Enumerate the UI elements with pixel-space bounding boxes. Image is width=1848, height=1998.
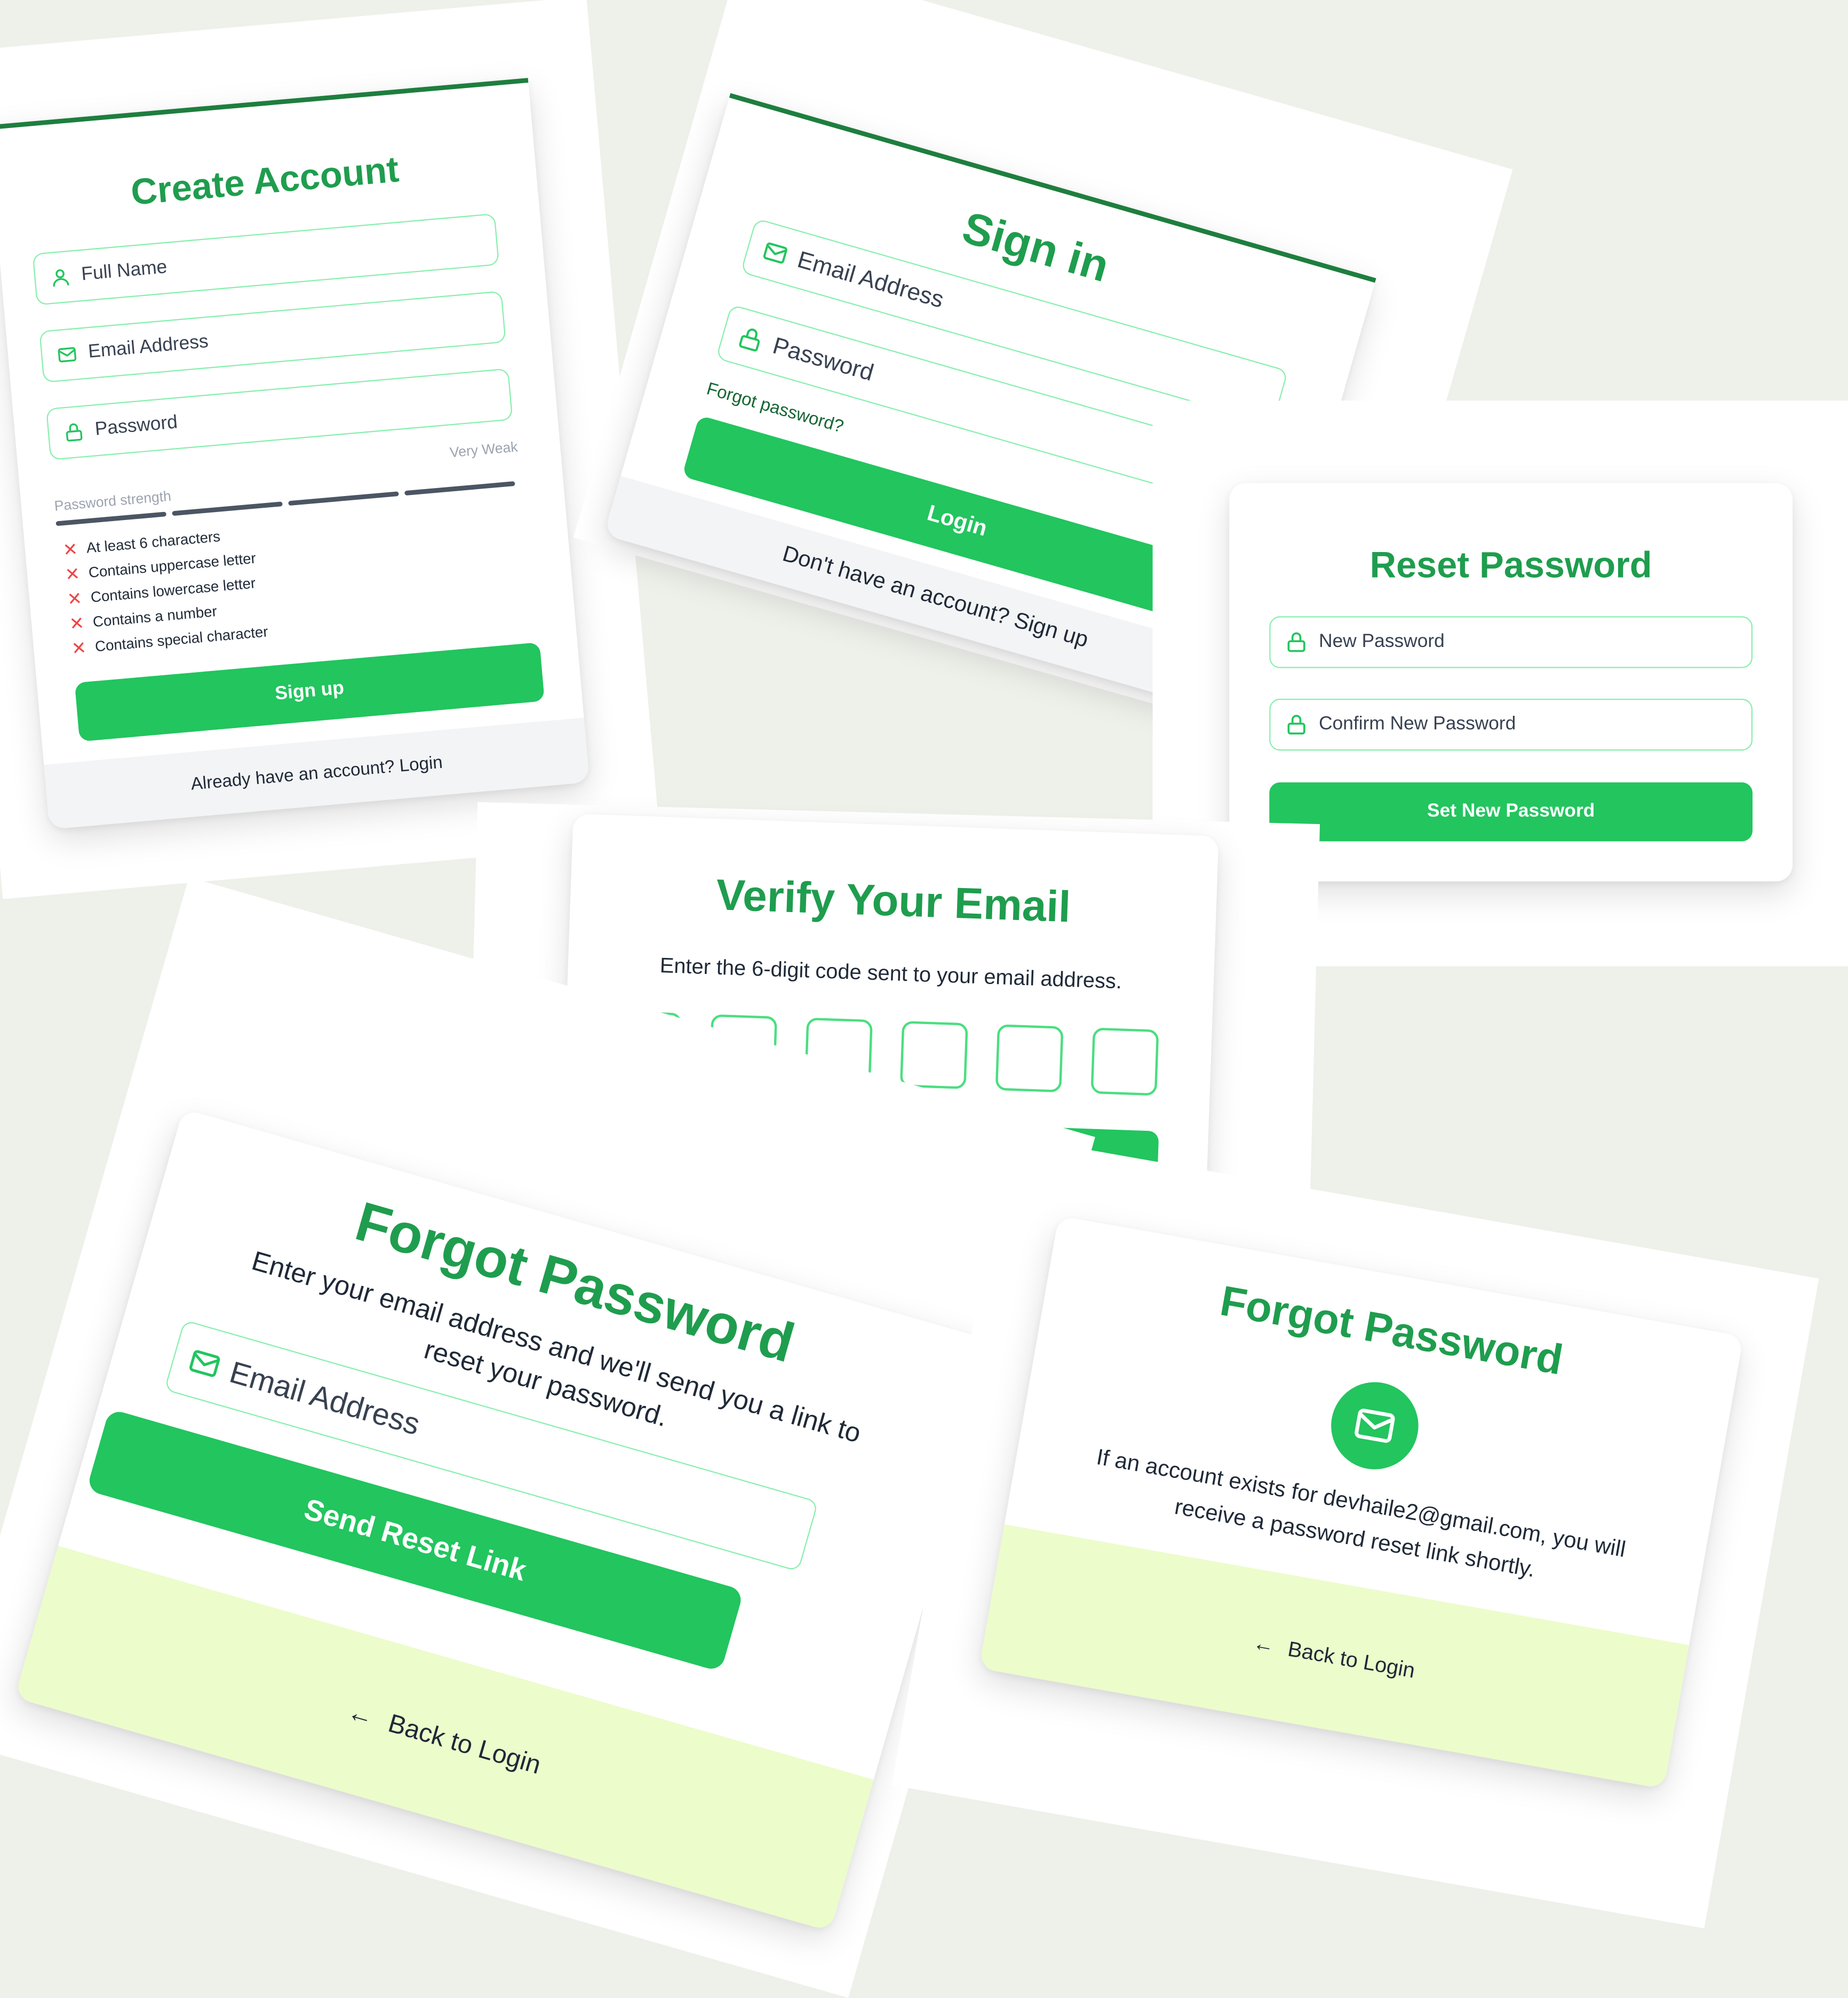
requirements-list: ✕ At least 6 characters ✕ Contains upperca…	[62, 509, 425, 669]
password-strength-value: Very Weak	[449, 438, 519, 461]
password-placeholder: Password	[94, 412, 179, 440]
email-placeholder: Email Address	[226, 1353, 424, 1442]
mail-icon	[189, 1350, 220, 1377]
reset-password-card: Reset Password New Password Confirm New …	[1229, 483, 1793, 882]
lock-icon	[739, 329, 760, 351]
strength-segment	[288, 491, 399, 506]
arrow-left-icon: ←	[344, 1696, 378, 1732]
strength-segment	[172, 501, 283, 516]
email-placeholder: Email Address	[87, 332, 210, 363]
mail-icon	[58, 347, 77, 363]
otp-digit-input[interactable]	[995, 1024, 1064, 1093]
confirm-password-placeholder: Confirm New Password	[1319, 714, 1516, 734]
new-password-placeholder: New Password	[1319, 632, 1445, 652]
otp-digit-input[interactable]	[1090, 1027, 1159, 1096]
full-name-field[interactable]: Full Name	[32, 213, 500, 306]
arrow-left-icon: ←	[1251, 1630, 1277, 1657]
password-placeholder: Password	[770, 332, 877, 386]
full-name-placeholder: Full Name	[81, 257, 168, 285]
page-title: Reset Password	[1369, 544, 1652, 586]
x-icon: ✕	[62, 539, 79, 561]
back-to-login-label: Back to Login	[1286, 1636, 1417, 1682]
new-password-field[interactable]: New Password	[1269, 616, 1753, 668]
password-field[interactable]: Password	[45, 368, 513, 461]
email-field[interactable]: Email Address	[39, 291, 506, 383]
lock-icon	[1287, 715, 1305, 735]
strength-segment	[404, 481, 515, 496]
mail-icon	[1355, 1409, 1395, 1443]
back-to-login-link[interactable]: ← Back to Login	[1251, 1631, 1417, 1683]
x-icon: ✕	[68, 613, 85, 635]
lock-icon	[1287, 632, 1305, 652]
back-to-login-label: Back to Login	[385, 1708, 545, 1780]
create-account-card: Create Account Full Name Email Address P…	[0, 78, 590, 830]
verify-description: Enter the 6-digit code sent to your emai…	[659, 953, 1122, 994]
mail-icon-badge	[1324, 1375, 1425, 1476]
strength-segment	[55, 512, 167, 526]
x-icon: ✕	[70, 638, 87, 660]
mockup-canvas: Create Account Full Name Email Address P…	[0, 0, 1848, 1998]
x-icon: ✕	[64, 564, 81, 586]
email-placeholder: Email Address	[794, 246, 947, 313]
otp-digit-input[interactable]	[899, 1021, 968, 1089]
lock-icon	[66, 423, 83, 442]
confirm-password-field[interactable]: Confirm New Password	[1269, 699, 1753, 751]
requirement-label: Contains a number	[92, 603, 218, 630]
login-link[interactable]: Already have an account? Login	[190, 753, 443, 795]
page-title: Verify Your Email	[715, 870, 1072, 931]
mail-icon	[763, 242, 787, 264]
set-new-password-button[interactable]: Set New Password	[1269, 782, 1753, 842]
x-icon: ✕	[66, 589, 83, 610]
page-title: Create Account	[129, 148, 401, 213]
user-icon	[53, 269, 69, 287]
back-to-login-link[interactable]: ← Back to Login	[344, 1697, 544, 1781]
password-strength-label: Password strength	[53, 487, 172, 515]
